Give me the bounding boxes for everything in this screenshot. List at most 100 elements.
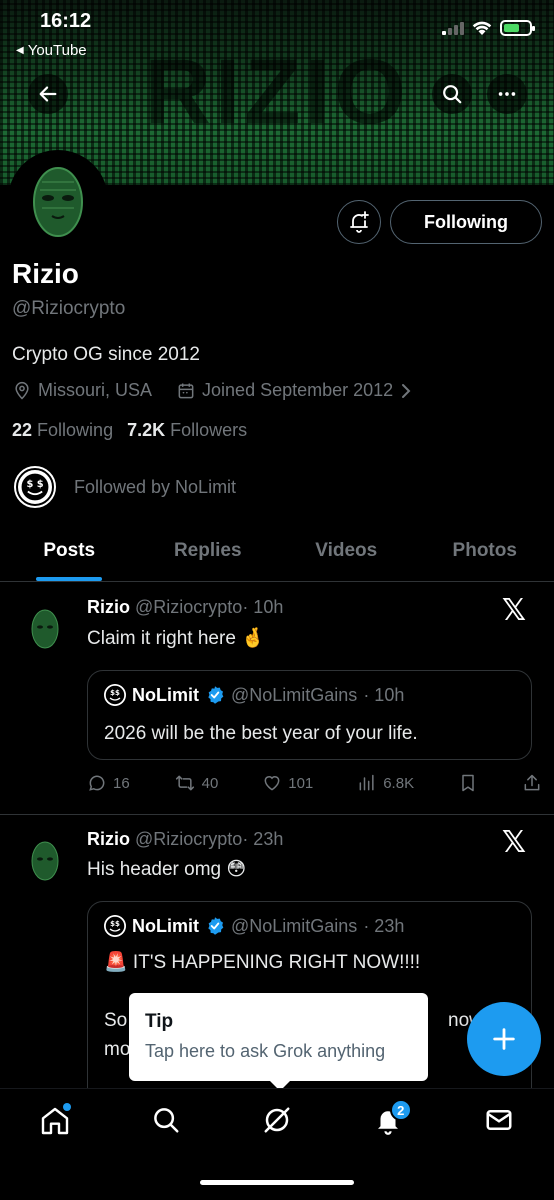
- more-options-button[interactable]: [487, 74, 527, 114]
- back-to-app-link[interactable]: ◀ YouTube: [16, 42, 87, 59]
- arrow-left-icon: [39, 86, 57, 102]
- notify-bell-button[interactable]: [337, 200, 381, 244]
- svg-text:$$: $$: [110, 689, 120, 697]
- quote-text: 2026 will be the best year of your life.: [104, 723, 418, 744]
- nav-grok[interactable]: [247, 1105, 307, 1149]
- profile-avatar[interactable]: [8, 150, 108, 250]
- post-time: · 10h: [242, 597, 284, 617]
- followers-count: 7.2K: [127, 420, 166, 440]
- nav-search[interactable]: [136, 1105, 196, 1149]
- quote-author-handle: @NoLimitGains: [231, 684, 358, 705]
- location-pin-icon: [15, 381, 29, 400]
- more-dots-icon: [498, 92, 516, 96]
- views-button[interactable]: 6.8K: [357, 773, 414, 793]
- post-1[interactable]: Rizio @Riziocrypto· 10h 𝕏 Claim it right…: [0, 583, 554, 815]
- share-button[interactable]: [522, 773, 542, 793]
- quote-author-handle: @NoLimitGains: [231, 915, 358, 936]
- profile-bio: Crypto OG since 2012: [12, 344, 200, 365]
- bookmark-button[interactable]: [458, 773, 478, 793]
- profile-handle: @Riziocrypto: [12, 298, 126, 319]
- tip-title: Tip: [145, 1011, 174, 1032]
- verified-badge-icon: [208, 686, 224, 704]
- tip-text: Tap here to ask Grok anything: [145, 1041, 386, 1061]
- envelope-icon: [486, 1110, 512, 1130]
- post-author-name[interactable]: Rizio: [87, 597, 130, 617]
- post-time: · 23h: [242, 829, 284, 849]
- grok-tip-tooltip[interactable]: Tip Tap here to ask Grok anything: [129, 993, 428, 1091]
- quote-text-line2-start: So: [104, 1010, 128, 1031]
- post-text: His header omg 😳: [87, 859, 247, 880]
- back-app-label: YouTube: [27, 42, 87, 59]
- x-logo-icon: 𝕏: [501, 594, 526, 627]
- wifi-icon: [472, 21, 492, 35]
- compose-post-button[interactable]: [467, 1002, 541, 1076]
- quote-header: $$ NoLimit @NoLimitGains · 23h: [104, 915, 404, 937]
- quote-time: · 23h: [363, 915, 405, 936]
- tab-photos[interactable]: Photos: [416, 528, 554, 581]
- profile-tabs: Posts Replies Videos Photos: [0, 528, 554, 582]
- masked-face-avatar-image: [12, 154, 104, 246]
- reply-button[interactable]: 16: [87, 773, 130, 793]
- back-button[interactable]: [28, 74, 68, 114]
- follow-counts: 22 Following 7.2K Followers: [12, 420, 247, 441]
- quote-author-name: NoLimit: [132, 915, 199, 936]
- nolimit-avatar-icon: $ $: [14, 466, 56, 508]
- post-author-avatar[interactable]: [20, 603, 70, 653]
- post-text: Claim it right here 🤞: [87, 628, 265, 649]
- calendar-icon: [178, 383, 194, 398]
- reply-bubble-icon: [89, 775, 105, 791]
- nav-home[interactable]: [25, 1103, 85, 1149]
- status-icons: [442, 20, 535, 36]
- followed-by-text: Followed by NoLimit: [74, 476, 237, 497]
- nolimit-avatar-icon: $$: [104, 915, 126, 937]
- notifications-badge: 2: [389, 1099, 412, 1121]
- tab-posts[interactable]: Posts: [0, 528, 139, 581]
- masked-face-avatar-image: [20, 835, 70, 885]
- quoted-post[interactable]: $$ NoLimit @NoLimitGains · 10h 2026 will …: [87, 670, 532, 760]
- post-header: Rizio @Riziocrypto· 23h: [87, 829, 283, 850]
- followers-count-link[interactable]: 7.2K Followers: [127, 420, 247, 441]
- cellular-signal-icon: [442, 21, 464, 35]
- svg-text:$ $: $ $: [26, 479, 43, 490]
- nav-notifications[interactable]: 2: [358, 1099, 418, 1149]
- verified-badge-icon: [208, 917, 224, 935]
- battery-icon: [500, 20, 535, 36]
- post-header: Rizio @Riziocrypto· 10h: [87, 597, 283, 618]
- repost-button[interactable]: 40: [174, 773, 218, 793]
- following-count: 22: [12, 420, 33, 440]
- grok-icon: [264, 1107, 290, 1133]
- like-count: 101: [288, 774, 314, 792]
- profile-meta: Missouri, USA Joined September 2012: [12, 380, 413, 401]
- repost-icon: [175, 775, 194, 791]
- back-triangle-icon: ◀: [16, 45, 24, 56]
- nav-messages[interactable]: [469, 1105, 529, 1149]
- view-count: 6.8K: [383, 774, 415, 792]
- following-button[interactable]: Following: [390, 200, 542, 244]
- following-count-link[interactable]: 22 Following: [12, 420, 113, 441]
- masked-face-avatar-image: [20, 603, 70, 653]
- quote-header: $$ NoLimit @NoLimitGains · 10h: [104, 684, 404, 706]
- tab-replies[interactable]: Replies: [139, 528, 278, 581]
- status-time: 16:12: [40, 10, 92, 32]
- bookmark-icon: [462, 774, 474, 792]
- search-icon: [154, 1108, 179, 1133]
- like-button[interactable]: 101: [262, 773, 313, 793]
- following-label: Following: [37, 420, 114, 440]
- followed-by-row[interactable]: $ $ Followed by NoLimit: [14, 466, 237, 508]
- post-actions: 16 40 101 6.8K: [87, 773, 542, 793]
- chevron-right-icon[interactable]: [399, 382, 413, 400]
- reply-count: 16: [113, 774, 130, 792]
- profile-joined: Joined September 2012: [202, 380, 394, 400]
- tab-videos[interactable]: Videos: [277, 528, 416, 581]
- post-author-name[interactable]: Rizio: [87, 829, 130, 849]
- search-icon: [443, 85, 462, 104]
- quote-author-name: NoLimit: [132, 684, 199, 705]
- plus-icon: [493, 1028, 515, 1050]
- post-author-handle[interactable]: @Riziocrypto: [135, 597, 242, 617]
- post-author-avatar[interactable]: [20, 835, 70, 885]
- views-chart-icon: [359, 774, 374, 791]
- quote-text-line3-start: mo: [104, 1039, 131, 1060]
- post-author-handle[interactable]: @Riziocrypto: [135, 829, 242, 849]
- bell-plus-icon: [350, 211, 369, 233]
- search-button[interactable]: [432, 74, 472, 114]
